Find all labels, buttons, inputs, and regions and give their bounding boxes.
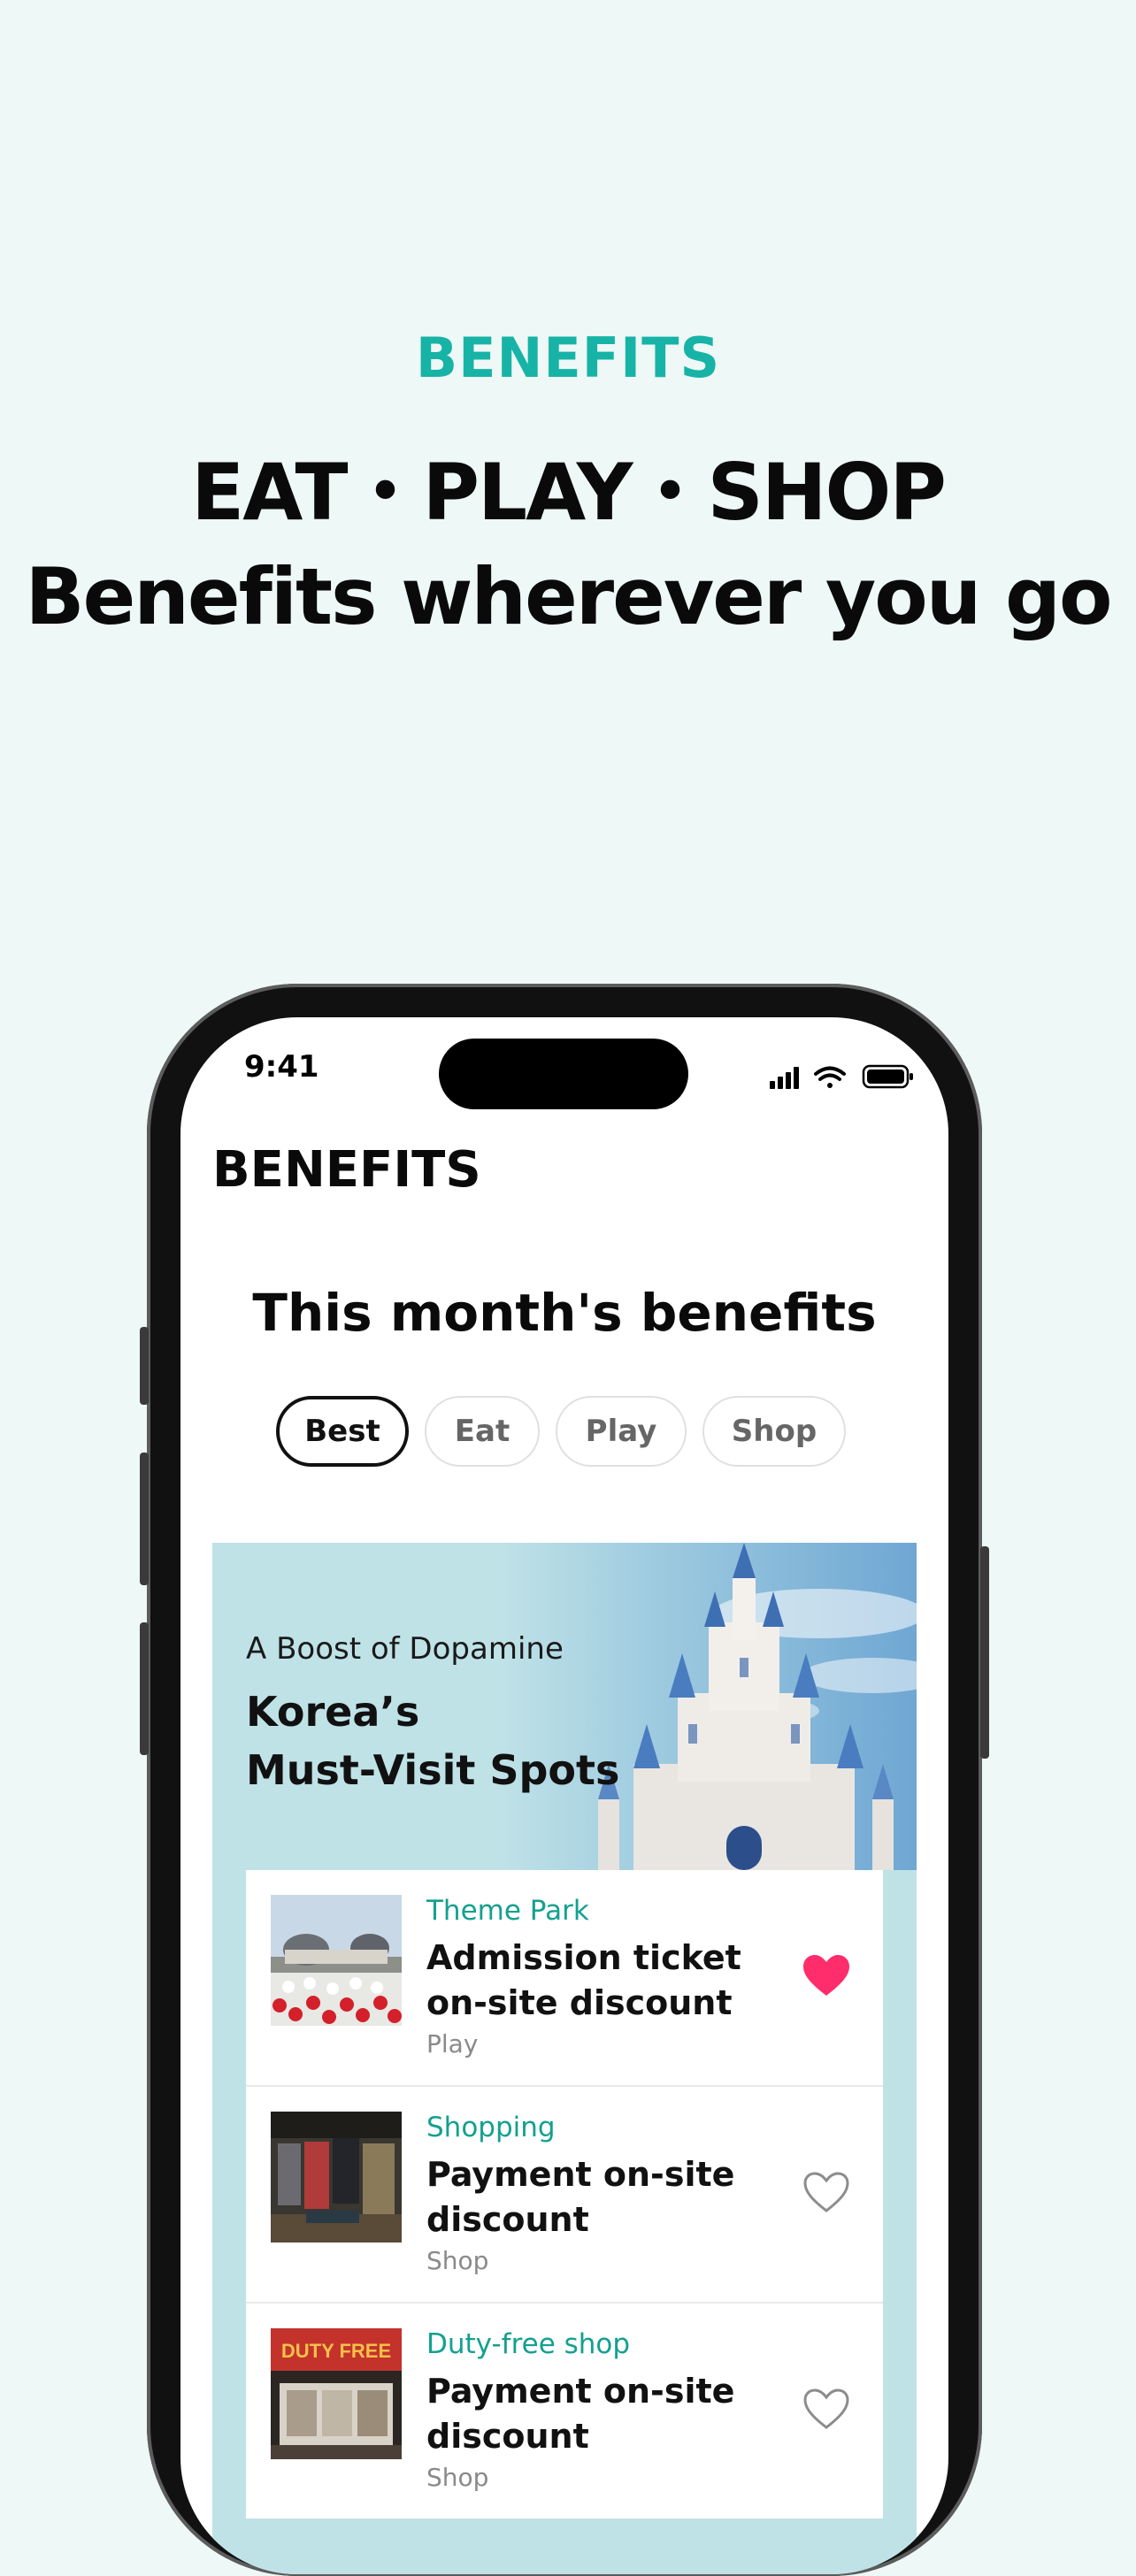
card-tag: Shop [426,2463,489,2492]
banner-title: Korea’s Must-Visit Spots [246,1683,619,1799]
benefit-card[interactable]: DUTY FREE Duty-free shop Payment on-site… [246,2304,883,2518]
hero-headline-line-1: EAT・PLAY・SHOP [191,447,947,538]
phone-action-button [140,1327,149,1405]
heart-filled-icon[interactable] [802,1953,851,1997]
duty-free-thumbnail: DUTY FREE [271,2328,402,2459]
app-title: BENEFITS [212,1141,481,1199]
heart-outline-icon[interactable] [802,2387,851,2431]
card-category: Shopping [426,2112,556,2143]
featured-banner[interactable]: A Boost of Dopamine Korea’s Must-Visit S… [212,1543,917,2574]
tab-play[interactable]: Play [556,1396,687,1467]
hero-eyebrow: BENEFITS [415,326,721,390]
category-tabs: Best Eat Play Shop [180,1396,948,1470]
banner-subtitle: A Boost of Dopamine [246,1631,564,1667]
tab-eat[interactable]: Eat [425,1396,540,1467]
card-title: Admission ticket on-site discount [426,1938,741,2022]
shopping-thumbnail [271,2112,402,2242]
card-title: Payment on-site discount [426,2372,735,2456]
benefit-card[interactable]: Theme Park Admission ticket on-site disc… [246,1870,883,2087]
banner-title-line-2: Must-Visit Spots [246,1746,620,1794]
hero-headline: EAT・PLAY・SHOP Benefits wherever you go [0,441,1136,649]
wifi-icon [814,1066,846,1088]
benefit-list: Theme Park Admission ticket on-site disc… [246,1870,883,2518]
phone-mockup: 9:41 BENEFITS This month's benefits Best… [140,984,989,2576]
card-title: Payment on-site discount [426,2155,735,2239]
section-title: This month's benefits [252,1283,877,1343]
phone-volume-up-button [140,1453,149,1585]
card-tag: Play [426,2029,479,2058]
card-category: Theme Park [426,1895,589,1927]
phone-power-button [980,1546,989,1759]
battery-icon [862,1064,913,1089]
tab-shop[interactable]: Shop [702,1396,846,1467]
hero-headline-line-2: Benefits wherever you go [25,551,1113,642]
theme-park-thumbnail [271,1895,402,2026]
banner-title-line-1: Korea’s [246,1688,420,1736]
phone-volume-down-button [140,1622,149,1755]
phone-screen: 9:41 BENEFITS This month's benefits Best… [180,1017,948,2574]
tab-best[interactable]: Best [276,1396,409,1467]
card-tag: Shop [426,2246,489,2275]
status-time: 9:41 [244,1049,319,1085]
dynamic-island [439,1039,688,1109]
card-category: Duty-free shop [426,2328,631,2360]
heart-outline-icon[interactable] [802,2170,851,2214]
benefit-card[interactable]: Shopping Payment on-site discount Shop [246,2087,883,2304]
duty-free-sign: DUTY FREE [281,2340,391,2362]
status-icons [770,1064,913,1089]
signal-icon [770,1067,799,1089]
